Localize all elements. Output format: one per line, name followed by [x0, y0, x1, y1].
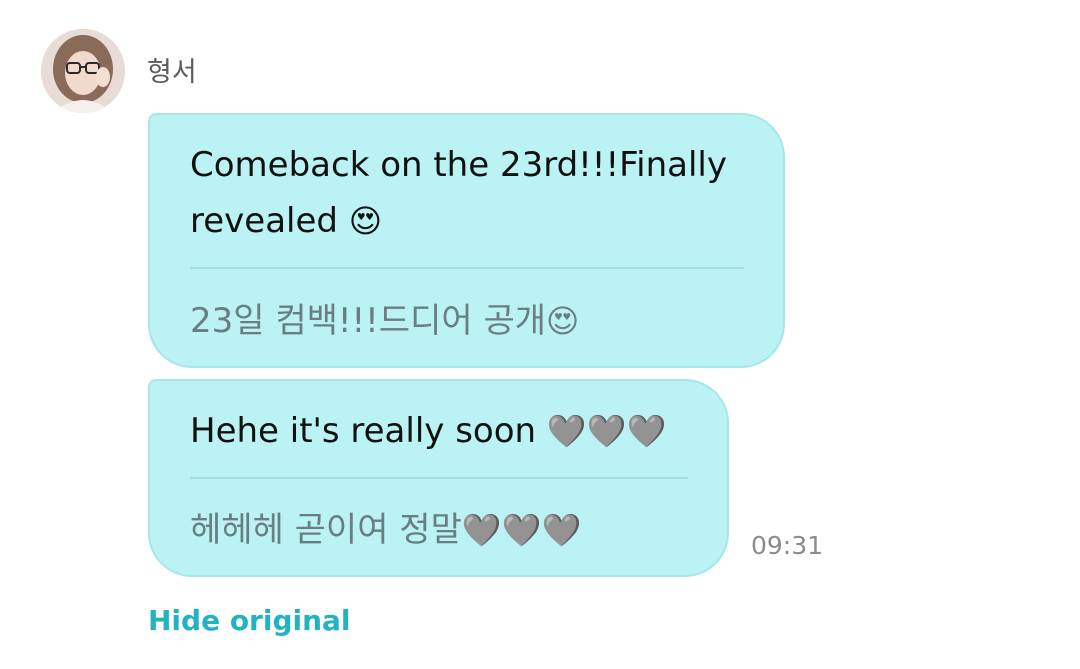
translated-text-body: Hehe it's really soon: [190, 411, 537, 451]
translated-text: Comeback on the 23rd!!!Finally revealed …: [190, 137, 750, 249]
grey-heart-emoji-icon: 🩶🩶🩶: [461, 511, 582, 549]
hide-original-link[interactable]: Hide original: [148, 603, 351, 639]
original-text-body: 헤헤헤 곧이여 정말: [190, 510, 462, 550]
original-text: 헤헤헤 곧이여 정말🩶🩶🩶: [190, 505, 581, 555]
grey-heart-emoji-icon: 🩶🩶🩶: [546, 412, 667, 450]
message-bubble[interactable]: Comeback on the 23rd!!!Finally revealed …: [148, 113, 785, 368]
message-timestamp: 09:31: [751, 531, 824, 560]
translated-text-body: Comeback on the 23rd!!!Finally revealed: [190, 145, 727, 241]
heart-eyes-emoji-icon: 😍: [546, 302, 580, 340]
profile-photo-icon: [41, 29, 125, 113]
divider: [190, 267, 744, 269]
original-text-body: 23일 컴백!!!드디어 공개: [190, 301, 547, 341]
heart-eyes-emoji-icon: 😍: [348, 202, 383, 240]
translated-text: Hehe it's really soon 🩶🩶🩶: [190, 403, 710, 459]
original-text: 23일 컴백!!!드디어 공개😍: [190, 296, 579, 346]
avatar[interactable]: [41, 29, 125, 113]
sender-name: 형서: [147, 57, 197, 88]
message-bubble[interactable]: Hehe it's really soon 🩶🩶🩶 헤헤헤 곧이여 정말🩶🩶🩶: [148, 379, 729, 577]
divider: [190, 477, 688, 479]
